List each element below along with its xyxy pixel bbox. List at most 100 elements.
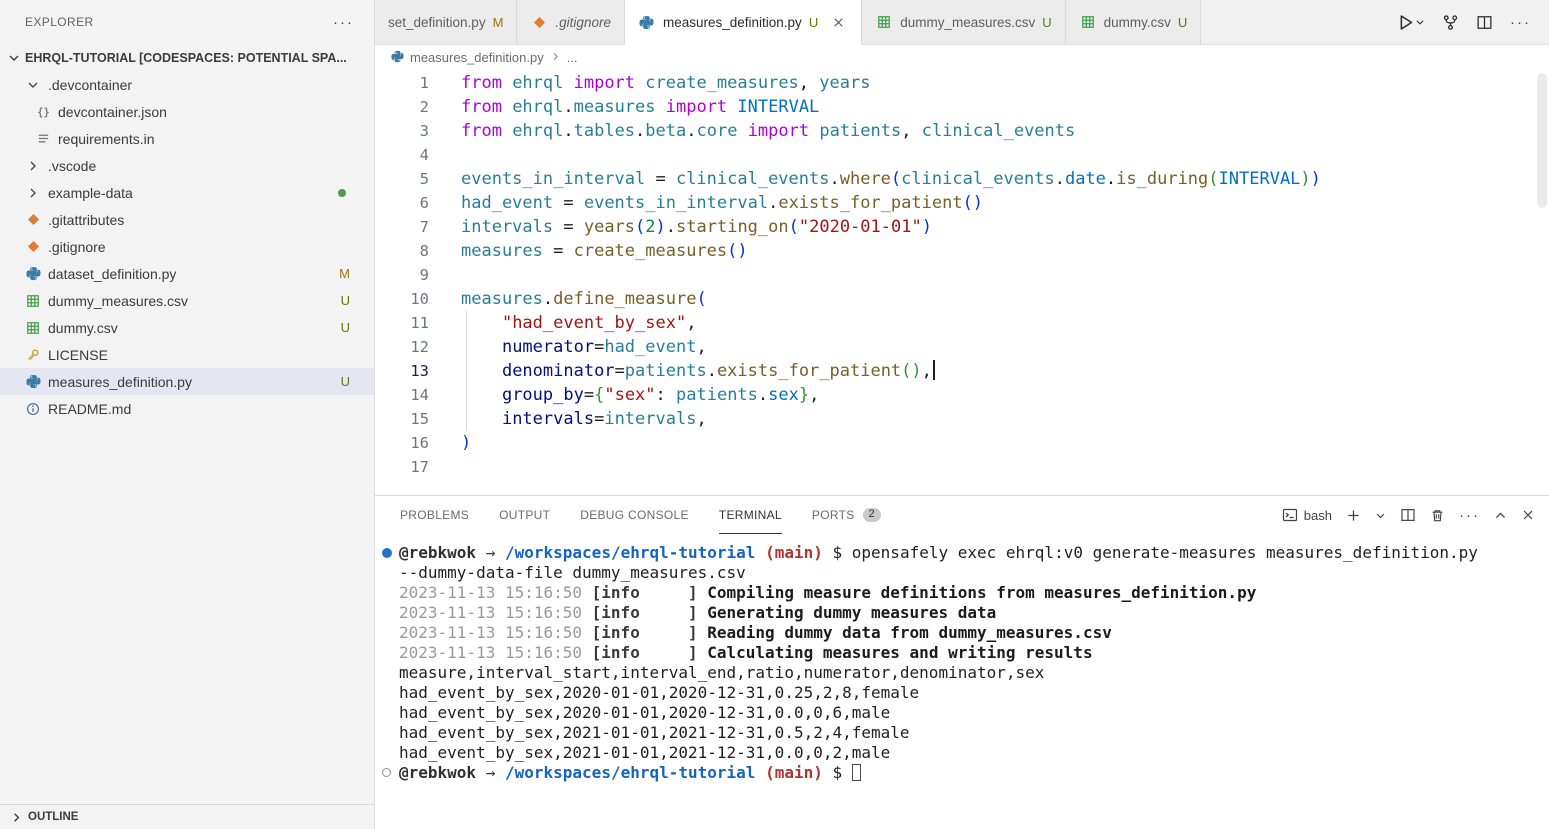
code-line-5[interactable]: 5events_in_interval = clinical_events.wh…: [375, 167, 1549, 191]
file-tree-item-gitattributes[interactable]: .gitattributes: [0, 206, 374, 233]
code-token: ,: [799, 73, 819, 93]
code-token: "sex": [604, 385, 655, 405]
code-line-2[interactable]: 2from ehrql.measures import INTERVAL: [375, 95, 1549, 119]
terminal[interactable]: @rebkwok → /workspaces/ehrql-tutorial (m…: [375, 534, 1549, 829]
file-name: .gitignore: [48, 239, 106, 255]
code-token: ,: [901, 121, 921, 141]
outline-section-header[interactable]: OUTLINE: [0, 804, 374, 829]
code-line-12[interactable]: 12 numerator=had_event,: [375, 335, 1549, 359]
close-panel-icon[interactable]: [1521, 508, 1535, 522]
terminal-text: 2023-11-13 15:16:50: [399, 603, 592, 622]
file-tree-item-vscode[interactable]: .vscode: [0, 152, 374, 179]
command-marker-icon[interactable]: [382, 768, 391, 777]
file-tree-item-example-data[interactable]: example-data: [0, 179, 374, 206]
code-token: measures: [461, 241, 543, 261]
terminal-text: Compiling measure definitions from measu…: [698, 583, 1257, 602]
launch-profile-chevron-icon[interactable]: [1375, 510, 1386, 521]
terminal-shell-selector[interactable]: bash: [1282, 507, 1332, 523]
code-line-9[interactable]: 9: [375, 263, 1549, 287]
run-or-debug-icon[interactable]: [1442, 14, 1459, 31]
code-token: ehrql: [512, 121, 563, 141]
code-line-15[interactable]: 15 intervals=intervals,: [375, 407, 1549, 431]
indent-guide: [466, 407, 467, 431]
code-line-13[interactable]: 13 denominator=patients.exists_for_patie…: [375, 359, 1549, 383]
split-editor-icon[interactable]: [1476, 14, 1493, 31]
file-tree-item-license[interactable]: LICENSE: [0, 341, 374, 368]
file-name: .gitattributes: [48, 212, 124, 228]
code-token: .: [1055, 169, 1065, 189]
code-token: .: [666, 217, 676, 237]
code-editor[interactable]: 1from ehrql import create_measures, year…: [375, 70, 1549, 495]
split-terminal-icon[interactable]: [1400, 507, 1416, 523]
tab-dummy-csv[interactable]: dummy.csvU: [1066, 0, 1202, 45]
file-tree-item-devcontainer-json[interactable]: {}devcontainer.json: [0, 98, 374, 125]
panel-tab-problems[interactable]: PROBLEMS: [400, 496, 469, 534]
editor-more-actions-icon[interactable]: ···: [1510, 14, 1531, 31]
terminal-text: [755, 543, 765, 562]
close-icon[interactable]: [829, 13, 848, 32]
workspace-root-folder[interactable]: EHRQL-TUTORIAL [CODESPACES: POTENTIAL SP…: [0, 44, 374, 71]
line-number: 4: [375, 143, 429, 167]
panel-tab-ports[interactable]: PORTS2: [812, 496, 881, 534]
code-line-10[interactable]: 10measures.define_measure(: [375, 287, 1549, 311]
file-tree-item-dummy-csv[interactable]: dummy.csvU: [0, 314, 374, 341]
explorer-title: EXPLORER: [25, 15, 94, 29]
code-text: numerator=had_event,: [429, 335, 707, 359]
panel-tab-debug-console[interactable]: DEBUG CONSOLE: [580, 496, 689, 534]
code-line-1[interactable]: 1from ehrql import create_measures, year…: [375, 71, 1549, 95]
breadcrumb: measures_definition.py ...: [375, 45, 1549, 70]
new-terminal-icon[interactable]: [1346, 508, 1361, 523]
code-token: from: [461, 73, 512, 93]
tab-set-definition-py[interactable]: set_definition.pyM: [375, 0, 517, 45]
code-token: ,: [686, 313, 696, 333]
line-number: 2: [375, 95, 429, 119]
file-tree-item-gitignore[interactable]: .gitignore: [0, 233, 374, 260]
code-token: ,: [922, 361, 932, 381]
file-tree-item-measures-definition-py[interactable]: measures_definition.pyU: [0, 368, 374, 395]
code-line-17[interactable]: 17: [375, 455, 1549, 479]
editor-scrollbar[interactable]: [1537, 73, 1547, 208]
tab-label: set_definition.py: [388, 15, 486, 30]
panel-tab-terminal[interactable]: TERMINAL: [719, 496, 782, 534]
file-tree-item-dummy-measures-csv[interactable]: dummy_measures.csvU: [0, 287, 374, 314]
code-token: exists_for_patient: [717, 361, 901, 381]
sidebar-header: EXPLORER ···: [0, 0, 374, 44]
line-number: 1: [375, 71, 429, 95]
code-area: 1from ehrql import create_measures, year…: [375, 71, 1549, 479]
breadcrumb-symbol[interactable]: ...: [567, 50, 578, 65]
tab-gitignore[interactable]: .gitignore: [517, 0, 625, 45]
file-tree-item-readme-md[interactable]: README.md: [0, 395, 374, 422]
code-line-4[interactable]: 4: [375, 143, 1549, 167]
tab-dummy-measures-csv[interactable]: dummy_measures.csvU: [862, 0, 1065, 45]
breadcrumb-file[interactable]: measures_definition.py: [410, 50, 544, 65]
file-tree-item-requirements-in[interactable]: requirements.in: [0, 125, 374, 152]
code-token: .: [758, 385, 768, 405]
python-icon: [24, 374, 42, 389]
tab-measures-definition-py[interactable]: measures_definition.pyU: [625, 0, 862, 45]
command-marker-icon[interactable]: [382, 548, 392, 558]
git-status-badge: U: [809, 15, 818, 30]
code-token: clinical_events: [922, 121, 1076, 141]
code-token: from: [461, 121, 512, 141]
code-token: .: [1106, 169, 1116, 189]
explorer-more-icon[interactable]: ···: [333, 14, 354, 31]
run-python-file-button[interactable]: [1396, 13, 1425, 32]
panel-more-icon[interactable]: ···: [1459, 507, 1480, 524]
code-line-3[interactable]: 3from ehrql.tables.beta.core import pati…: [375, 119, 1549, 143]
code-line-6[interactable]: 6had_event = events_in_interval.exists_f…: [375, 191, 1549, 215]
maximize-panel-icon[interactable]: [1494, 509, 1507, 522]
code-line-7[interactable]: 7intervals = years(2).starting_on("2020-…: [375, 215, 1549, 239]
file-tree-item-devcontainer[interactable]: .devcontainer: [0, 71, 374, 98]
code-line-14[interactable]: 14 group_by={"sex": patients.sex},: [375, 383, 1549, 407]
python-icon: [638, 15, 656, 30]
file-tree-item-dataset-definition-py[interactable]: dataset_definition.pyM: [0, 260, 374, 287]
code-line-16[interactable]: 16): [375, 431, 1549, 455]
code-token: (): [901, 361, 921, 381]
panel-tab-output[interactable]: OUTPUT: [499, 496, 550, 534]
code-line-11[interactable]: 11 "had_event_by_sex",: [375, 311, 1549, 335]
kill-terminal-icon[interactable]: [1430, 508, 1445, 523]
code-line-8[interactable]: 8measures = create_measures(): [375, 239, 1549, 263]
line-number: 8: [375, 239, 429, 263]
code-token: {: [594, 385, 604, 405]
code-token: ,: [809, 385, 819, 405]
